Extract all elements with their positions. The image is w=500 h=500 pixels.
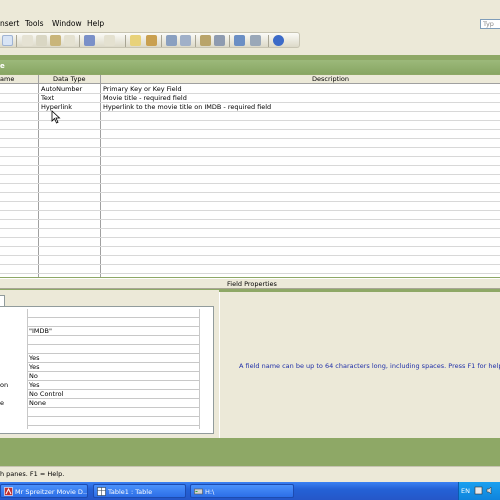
build-icon[interactable] xyxy=(130,35,141,46)
properties-icon[interactable] xyxy=(200,35,211,46)
menu-tools[interactable]: Tools xyxy=(25,19,43,28)
header-data-type: Data Type xyxy=(53,75,86,83)
menu-insert[interactable]: nsert xyxy=(0,19,19,28)
row-2-description[interactable]: Movie title - required field xyxy=(103,94,187,102)
property-value[interactable] xyxy=(27,309,199,318)
language-indicator[interactable]: EN xyxy=(461,487,470,495)
paste-icon[interactable] xyxy=(50,35,61,46)
property-value[interactable]: None xyxy=(27,399,199,408)
header-field-name: ame xyxy=(0,75,15,83)
database-window-icon[interactable] xyxy=(234,35,245,46)
access-icon xyxy=(4,487,13,496)
row-1-description[interactable]: Primary Key or Key Field xyxy=(103,85,182,93)
taskbar-item-movie-db[interactable]: Mr Spreitzer Movie D... xyxy=(0,484,88,498)
property-value[interactable] xyxy=(27,318,199,327)
property-value-caption[interactable]: "IMDB" xyxy=(27,327,199,336)
volume-icon[interactable] xyxy=(486,486,495,495)
save-icon[interactable] xyxy=(2,35,13,46)
property-value[interactable]: Yes xyxy=(27,354,199,363)
type-question-box[interactable]: Typ xyxy=(480,19,500,29)
new-object-icon[interactable] xyxy=(250,35,261,46)
format-painter-icon[interactable] xyxy=(64,35,75,46)
field-grid: ame Data Type Description AutoNumber Pri… xyxy=(0,75,500,277)
property-label: on xyxy=(0,381,9,389)
grid-header: ame Data Type Description xyxy=(0,75,500,84)
field-properties-panel: "IMDB" Yes Yes No on Yes No Control e No… xyxy=(0,290,219,438)
row-3-description[interactable]: Hyperlink to the movie title on IMDB - r… xyxy=(103,103,271,111)
insert-rows-icon[interactable] xyxy=(166,35,177,46)
window-title: e xyxy=(0,62,5,70)
taskbar: Mr Spreitzer Movie D... Table1 : Table H… xyxy=(0,482,500,500)
property-value[interactable] xyxy=(27,408,199,417)
taskbar-item-table1[interactable]: Table1 : Table xyxy=(93,484,186,498)
property-value[interactable]: Yes xyxy=(27,381,199,390)
copy-icon[interactable] xyxy=(36,35,47,46)
taskbar-item-h-drive[interactable]: H:\ xyxy=(190,484,294,498)
property-value[interactable]: Yes xyxy=(27,363,199,372)
property-value[interactable]: No xyxy=(27,372,199,381)
field-properties-bar: Field Properties xyxy=(0,278,500,289)
menu-window[interactable]: Window xyxy=(52,19,82,28)
properties-list: "IMDB" Yes Yes No on Yes No Control e No… xyxy=(0,306,214,434)
property-hint-panel: A field name can be up to 64 characters … xyxy=(219,292,500,438)
property-label: e xyxy=(0,399,4,407)
toolbar xyxy=(0,32,300,48)
mouse-cursor-icon xyxy=(51,110,61,124)
window-title-bar: e xyxy=(0,60,500,74)
menu-bar: nsert Tools Window Help xyxy=(0,18,500,30)
taskbar-item-label: Mr Spreitzer Movie D... xyxy=(15,488,88,496)
field-properties-title: Field Properties xyxy=(227,280,277,288)
indexes-icon[interactable] xyxy=(214,35,225,46)
cut-icon[interactable] xyxy=(22,35,33,46)
property-value[interactable] xyxy=(27,336,199,345)
header-description: Description xyxy=(312,75,350,83)
property-value[interactable] xyxy=(27,417,199,426)
row-1-data-type[interactable]: AutoNumber xyxy=(41,85,82,93)
drive-icon xyxy=(194,488,203,495)
taskbar-item-label: H:\ xyxy=(205,488,215,496)
system-tray: EN xyxy=(458,482,500,500)
delete-rows-icon[interactable] xyxy=(180,35,191,46)
status-bar: h panes. F1 = Help. xyxy=(0,466,500,482)
help-icon[interactable] xyxy=(273,35,284,46)
redo-icon[interactable] xyxy=(104,35,115,46)
row-2-data-type[interactable]: Text xyxy=(41,94,54,102)
property-value[interactable] xyxy=(27,345,199,354)
primary-key-icon[interactable] xyxy=(146,35,157,46)
property-hint-text: A field name can be up to 64 characters … xyxy=(239,362,500,370)
table-icon xyxy=(97,487,106,496)
menu-help[interactable]: Help xyxy=(87,19,104,28)
property-value[interactable]: No Control xyxy=(27,390,199,399)
undo-icon[interactable] xyxy=(84,35,95,46)
status-text: h panes. F1 = Help. xyxy=(0,470,65,478)
network-icon[interactable] xyxy=(474,486,483,495)
taskbar-item-label: Table1 : Table xyxy=(108,488,153,496)
